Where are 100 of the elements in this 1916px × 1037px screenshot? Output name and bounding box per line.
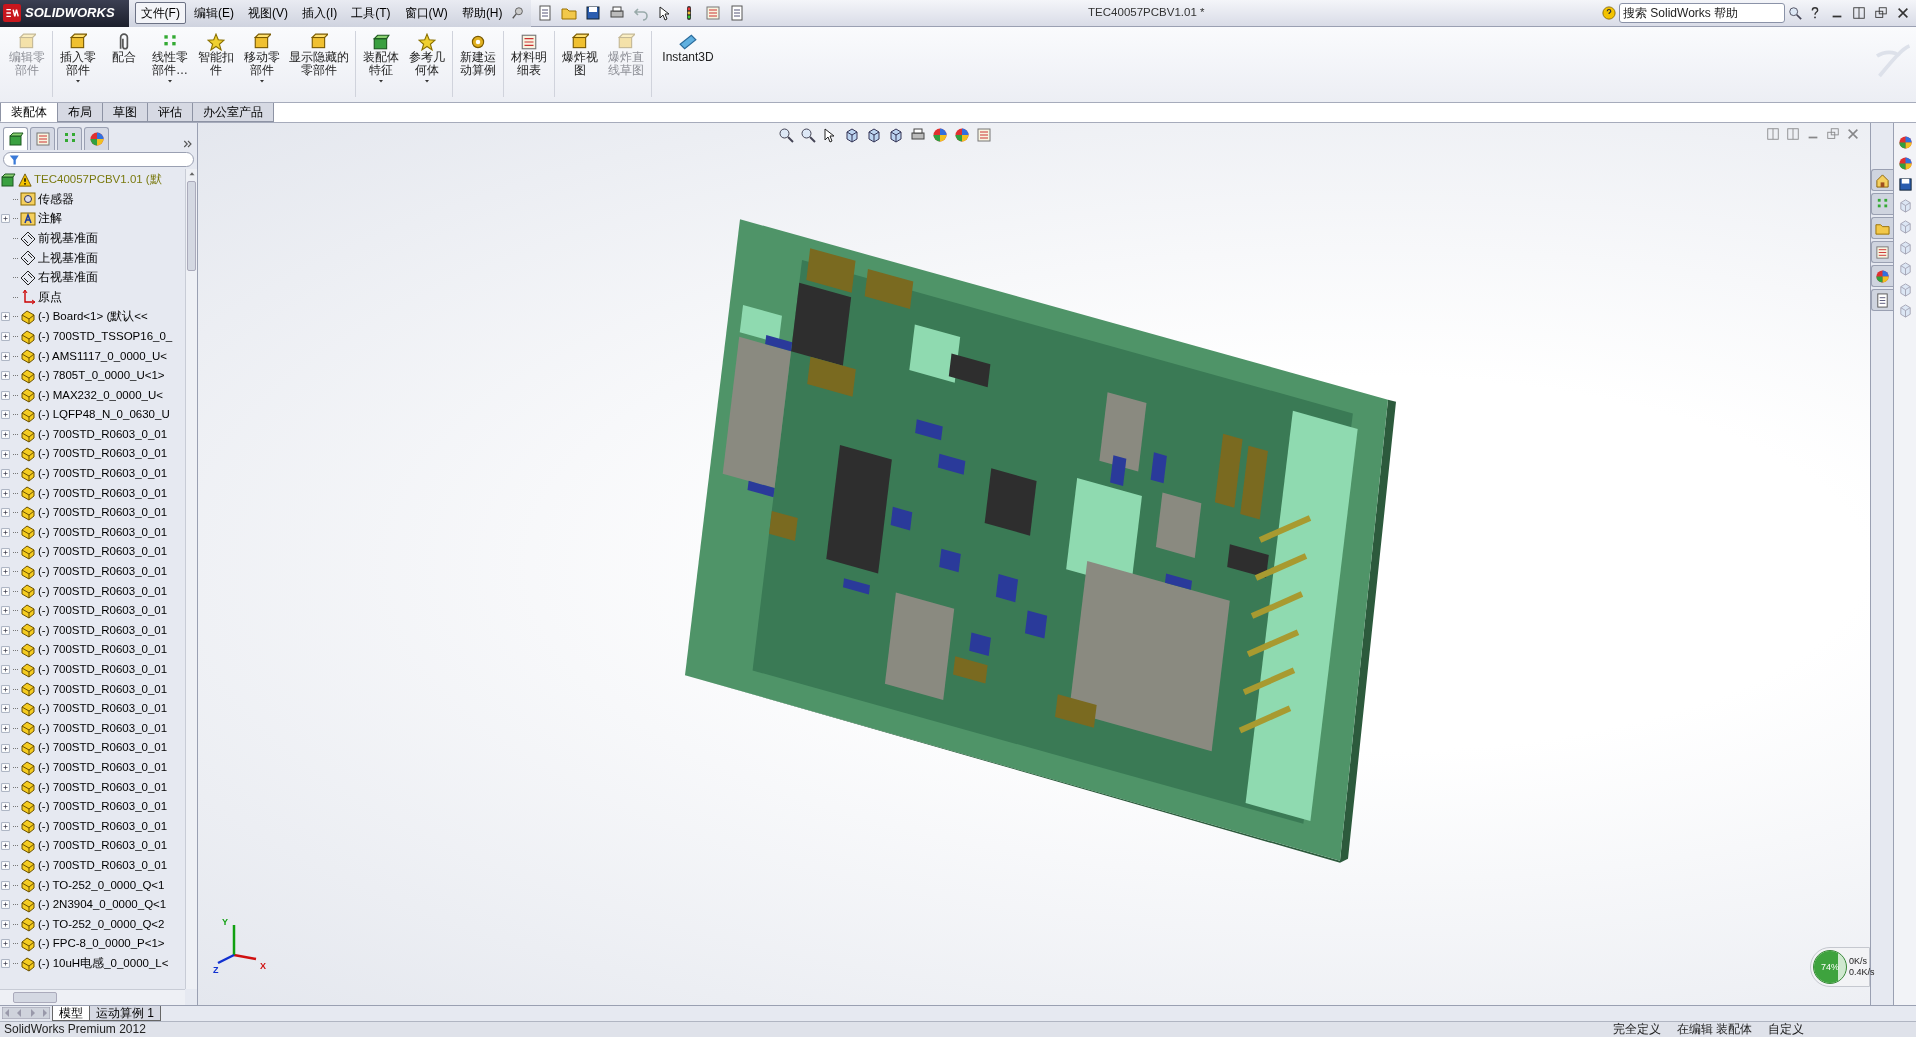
task-pane-tab[interactable] <box>1871 169 1893 191</box>
expand-icon[interactable] <box>0 389 11 401</box>
tree-item[interactable]: (-) 700STD_R0603_0_01 <box>0 816 185 837</box>
expand-icon[interactable] <box>0 487 11 499</box>
menu-item[interactable]: 编辑(E) <box>187 2 240 24</box>
tree-item[interactable]: (-) 700STD_R0603_0_01 <box>0 836 185 856</box>
expand-icon[interactable] <box>0 429 11 440</box>
tree-item[interactable]: (-) 700STD_R0603_0_01 <box>0 757 185 778</box>
ribbon-button[interactable]: 爆炸视图 <box>557 31 603 79</box>
command-tab[interactable]: 草图 <box>102 103 148 122</box>
filter-field[interactable] <box>3 152 194 167</box>
expand-icon[interactable] <box>0 527 11 538</box>
command-tab[interactable]: 评估 <box>147 103 193 122</box>
tree-item[interactable]: (-) MAX232_0_0000_U< <box>0 385 185 406</box>
scene-icon[interactable] <box>1897 156 1913 171</box>
vertical-scrollbar[interactable] <box>185 169 197 989</box>
expand-icon[interactable] <box>0 644 11 656</box>
expand-icon[interactable] <box>0 722 11 734</box>
tree-item[interactable]: (-) 700STD_R0603_0_01 <box>0 561 185 582</box>
scroll-thumb[interactable] <box>13 992 57 1003</box>
tree-item[interactable]: (-) 700STD_R0603_0_01 <box>0 424 185 445</box>
tree-item[interactable]: (-) 700STD_R0603_0_01 <box>0 777 185 797</box>
appearance-icon[interactable] <box>1897 135 1913 150</box>
search-icon[interactable] <box>1788 6 1802 20</box>
search-field[interactable]: 搜索 SolidWorks 帮助 <box>1619 3 1785 23</box>
tree-item[interactable]: (-) 700STD_R0603_0_01 <box>0 620 185 641</box>
tree-item[interactable]: (-) 700STD_R0603_0_01 <box>0 463 185 484</box>
menu-item[interactable]: 工具(T) <box>345 2 397 24</box>
ribbon-button[interactable]: 参考几何体 <box>404 31 450 87</box>
tree-item[interactable]: 原点 <box>0 287 185 308</box>
expand-icon[interactable] <box>0 507 11 519</box>
menu-item[interactable]: 文件(F) <box>134 2 186 24</box>
ribbon-button[interactable]: 显示隐藏的零部件 <box>285 31 353 79</box>
expand-icon[interactable] <box>0 683 11 695</box>
tree-item[interactable]: (-) 700STD_R0603_0_01 <box>0 699 185 719</box>
tree-item[interactable]: (-) LQFP48_N_0_0630_U <box>0 405 185 425</box>
scene-icon[interactable] <box>954 127 970 143</box>
tree-item[interactable]: (-) 2N3904_0_0000_Q<1 <box>0 894 185 915</box>
expand-icon[interactable] <box>0 350 11 362</box>
ribbon-button[interactable]: 材料明细表 <box>506 31 552 79</box>
tree-item[interactable]: (-) 700STD_R0603_0_01 <box>0 640 185 660</box>
tree-item[interactable]: (-) 700STD_R0603_0_01 <box>0 503 185 523</box>
horizontal-scrollbar[interactable] <box>0 989 185 1005</box>
expand-icon[interactable] <box>0 938 11 950</box>
tree-item[interactable]: (-) 700STD_TSSOP16_0_ <box>0 326 185 347</box>
menu-item[interactable]: 视图(V) <box>241 2 294 24</box>
ribbon-button[interactable]: 新建运动算例 <box>455 31 501 79</box>
close-icon[interactable] <box>1896 6 1910 20</box>
ribbon-button[interactable]: 智能扣件 <box>193 31 239 79</box>
list-icon[interactable] <box>728 5 745 21</box>
tree-item[interactable]: (-) 700STD_R0603_0_01 <box>0 444 185 464</box>
expand-icon[interactable] <box>0 860 11 872</box>
tree-item[interactable]: (-) 700STD_R0603_0_01 <box>0 522 185 543</box>
expand-icon[interactable] <box>0 624 11 636</box>
expand-icon[interactable] <box>0 605 11 617</box>
tree-item[interactable]: 注解 <box>0 209 185 229</box>
tree-item[interactable]: (-) TO-252_0_0000_Q<1 <box>0 875 185 895</box>
expand-icon[interactable] <box>0 585 11 597</box>
tree-item[interactable]: (-) TO-252_0_0000_Q<2 <box>0 914 185 935</box>
ribbon-button[interactable]: 装配体特征 <box>358 31 404 87</box>
tree-item[interactable]: (-) FPC-8_0_0000_P<1> <box>0 934 185 954</box>
expand-icon[interactable] <box>0 370 11 382</box>
expand-chevron-icon[interactable] <box>182 138 194 150</box>
ribbon-button[interactable]: 插入零部件 <box>55 31 101 87</box>
expand-icon[interactable] <box>0 742 11 754</box>
task-pane-tab[interactable] <box>1871 265 1893 287</box>
model-tab[interactable]: 运动算例 1 <box>89 1006 161 1021</box>
pane-tab[interactable] <box>3 127 28 150</box>
expand-icon[interactable] <box>0 899 11 911</box>
section-view-icon[interactable] <box>844 127 860 143</box>
task-pane-tab[interactable] <box>1871 241 1893 263</box>
tree-item[interactable]: 传感器 <box>0 189 185 210</box>
command-tab[interactable]: 布局 <box>57 103 103 122</box>
expand-icon[interactable] <box>0 918 11 930</box>
expand-icon[interactable] <box>0 664 11 676</box>
tree-item[interactable]: (-) 700STD_R0603_0_01 <box>0 659 185 680</box>
tree-item[interactable]: (-) 700STD_R0603_0_01 <box>0 679 185 700</box>
tree-item[interactable]: 前视基准面 <box>0 228 185 249</box>
zoom-area-icon[interactable] <box>800 127 816 143</box>
expand-icon[interactable] <box>0 566 11 578</box>
tree-item[interactable]: (-) 700STD_R0603_0_01 <box>0 581 185 602</box>
expand-icon[interactable] <box>0 781 11 793</box>
tree-item[interactable]: (-) 700STD_R0603_0_01 <box>0 855 185 876</box>
expand-icon[interactable] <box>0 331 11 343</box>
expand-icon[interactable] <box>0 213 11 225</box>
expand-icon[interactable] <box>0 448 11 460</box>
appearance-icon[interactable] <box>932 127 948 143</box>
save-icon[interactable] <box>584 5 601 21</box>
tree-item[interactable]: (-) Board<1> (默认<< <box>0 307 185 327</box>
tree-item[interactable]: TEC40057PCBV1.01 (默 <box>0 170 185 190</box>
print-icon[interactable] <box>608 5 625 21</box>
tree-item[interactable]: (-) 700STD_R0603_0_01 <box>0 718 185 739</box>
tree-item[interactable]: (-) AMS1117_0_0000_U< <box>0 346 185 366</box>
expand-icon[interactable] <box>0 879 11 891</box>
tree-item[interactable]: (-) 700STD_R0603_0_01 <box>0 483 185 504</box>
expand-icon[interactable] <box>0 703 11 715</box>
restore-icon[interactable] <box>1874 6 1888 20</box>
ribbon-button[interactable]: Instant3D <box>654 31 722 66</box>
menu-item[interactable]: 插入(I) <box>295 2 344 24</box>
command-tab[interactable]: 办公室产品 <box>192 103 274 122</box>
